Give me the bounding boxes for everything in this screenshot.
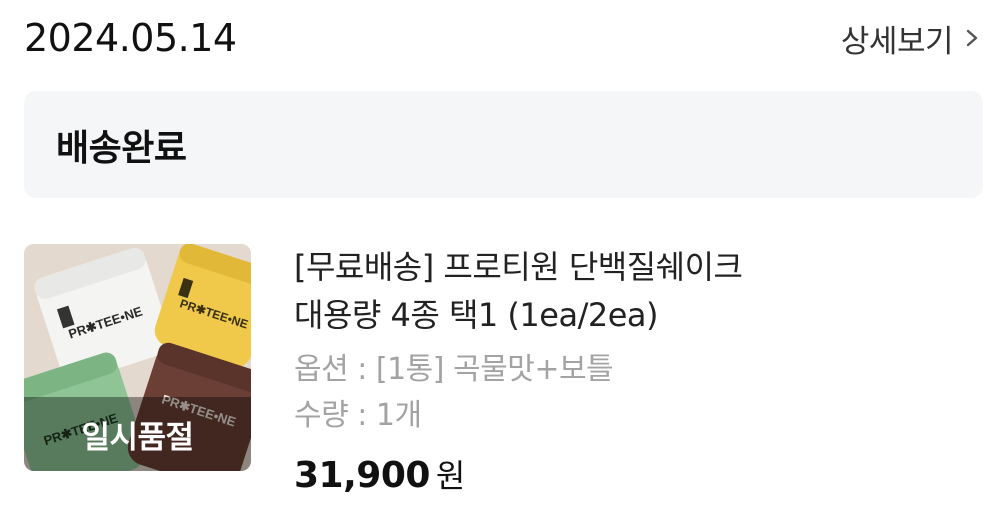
option-row: 옵션 : [1통] 곡물맛+보틀 — [294, 347, 984, 393]
delivery-status-box: 배송완료 — [24, 91, 983, 198]
product-name-line1: [무료배송] 프로티원 단백질쉐이크 — [294, 248, 743, 286]
price-unit: 원 — [435, 457, 466, 495]
price-value: 31,900 — [294, 455, 430, 496]
chevron-right-icon — [961, 27, 983, 49]
order-header: 2024.05.14 상세보기 — [24, 10, 983, 66]
option-separator: : — [348, 352, 376, 387]
quantity-row: 수량 : 1개 — [294, 393, 984, 439]
price-row: 31,900 원 — [294, 451, 984, 497]
sold-out-overlay: 일시품절 — [24, 397, 251, 471]
delivery-status: 배송완료 — [56, 127, 187, 169]
sold-out-badge: 일시품절 — [81, 419, 194, 456]
view-details-link[interactable]: 상세보기 — [841, 16, 983, 61]
product-name-line2: 대용량 4종 택1 (1ea/2ea) — [294, 296, 659, 334]
product-meta: 옵션 : [1통] 곡물맛+보틀 수량 : 1개 — [294, 347, 984, 439]
option-value: [1통] 곡물맛+보틀 — [375, 352, 614, 387]
quantity-separator: : — [348, 398, 376, 433]
view-details-label: 상세보기 — [840, 23, 954, 60]
product-name-link[interactable]: [무료배송] 프로티원 단백질쉐이크 대용량 4종 택1 (1ea/2ea) — [294, 243, 984, 339]
order-date: 2024.05.14 — [24, 16, 237, 60]
quantity-value: 1개 — [375, 398, 422, 433]
quantity-label: 수량 — [294, 398, 349, 433]
option-label: 옵션 — [294, 352, 349, 387]
product-thumbnail[interactable]: PR✱TEE•NE PR✱TEE•NE PR✱TEE•NE PR✱TEE•NE … — [24, 244, 251, 471]
product-info: [무료배송] 프로티원 단백질쉐이크 대용량 4종 택1 (1ea/2ea) 옵… — [294, 243, 984, 497]
